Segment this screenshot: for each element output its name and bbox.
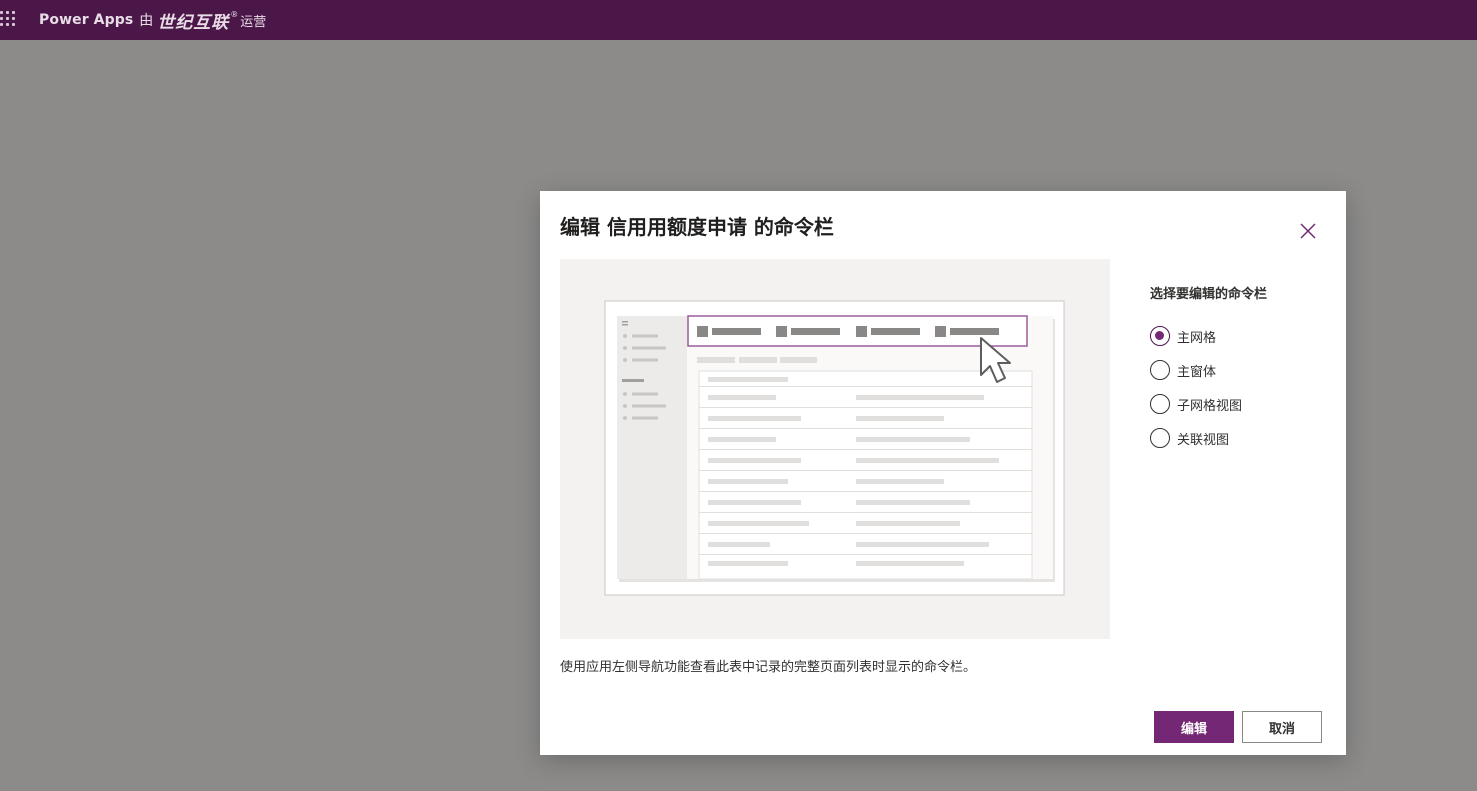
top-bar: Power Apps 由 世纪互联 ® 运营: [0, 0, 1477, 40]
waffle-icon[interactable]: [0, 11, 16, 27]
brand-operated: 运营: [240, 14, 267, 30]
brand[interactable]: Power Apps 由 世纪互联 ® 运营: [39, 0, 266, 40]
cancel-button[interactable]: 取消: [1242, 711, 1322, 743]
product-name: Power Apps: [39, 12, 134, 28]
option-associated-view[interactable]: 关联视图: [1150, 421, 1330, 455]
command-bar-preview-illustration: [560, 259, 1110, 639]
dialog-title: 编辑 信用用额度申请 的命令栏: [560, 215, 834, 239]
option-label: 关联视图: [1177, 432, 1230, 448]
options-label: 选择要编辑的命令栏: [1150, 287, 1268, 302]
close-icon[interactable]: [1296, 219, 1320, 243]
brand-by: 由: [139, 13, 154, 29]
company-name: 世纪互联: [157, 12, 230, 33]
radio-button[interactable]: [1150, 428, 1170, 448]
edit-button[interactable]: 编辑: [1154, 711, 1234, 743]
option-main-form[interactable]: 主窗体: [1150, 353, 1330, 387]
option-label: 子网格视图: [1177, 398, 1243, 414]
radio-button[interactable]: [1150, 360, 1170, 380]
option-main-grid[interactable]: 主网格: [1150, 319, 1330, 353]
option-label: 主网格: [1177, 330, 1217, 346]
option-subgrid-view[interactable]: 子网格视图: [1150, 387, 1330, 421]
option-label: 主窗体: [1177, 364, 1217, 380]
command-bar-options: 选择要编辑的命令栏 主网格 主窗体 子网格视图 关联视图: [1150, 283, 1330, 455]
radio-button-selected[interactable]: [1150, 326, 1170, 346]
radio-button[interactable]: [1150, 394, 1170, 414]
dialog-caption: 使用应用左侧导航功能查看此表中记录的完整页面列表时显示的命令栏。: [560, 660, 977, 675]
edit-command-bar-dialog: 编辑 信用用额度申请 的命令栏 使用应用左侧导航功能查看此表中记录的完整页面列表…: [540, 191, 1346, 755]
registered-mark: ®: [230, 9, 239, 19]
